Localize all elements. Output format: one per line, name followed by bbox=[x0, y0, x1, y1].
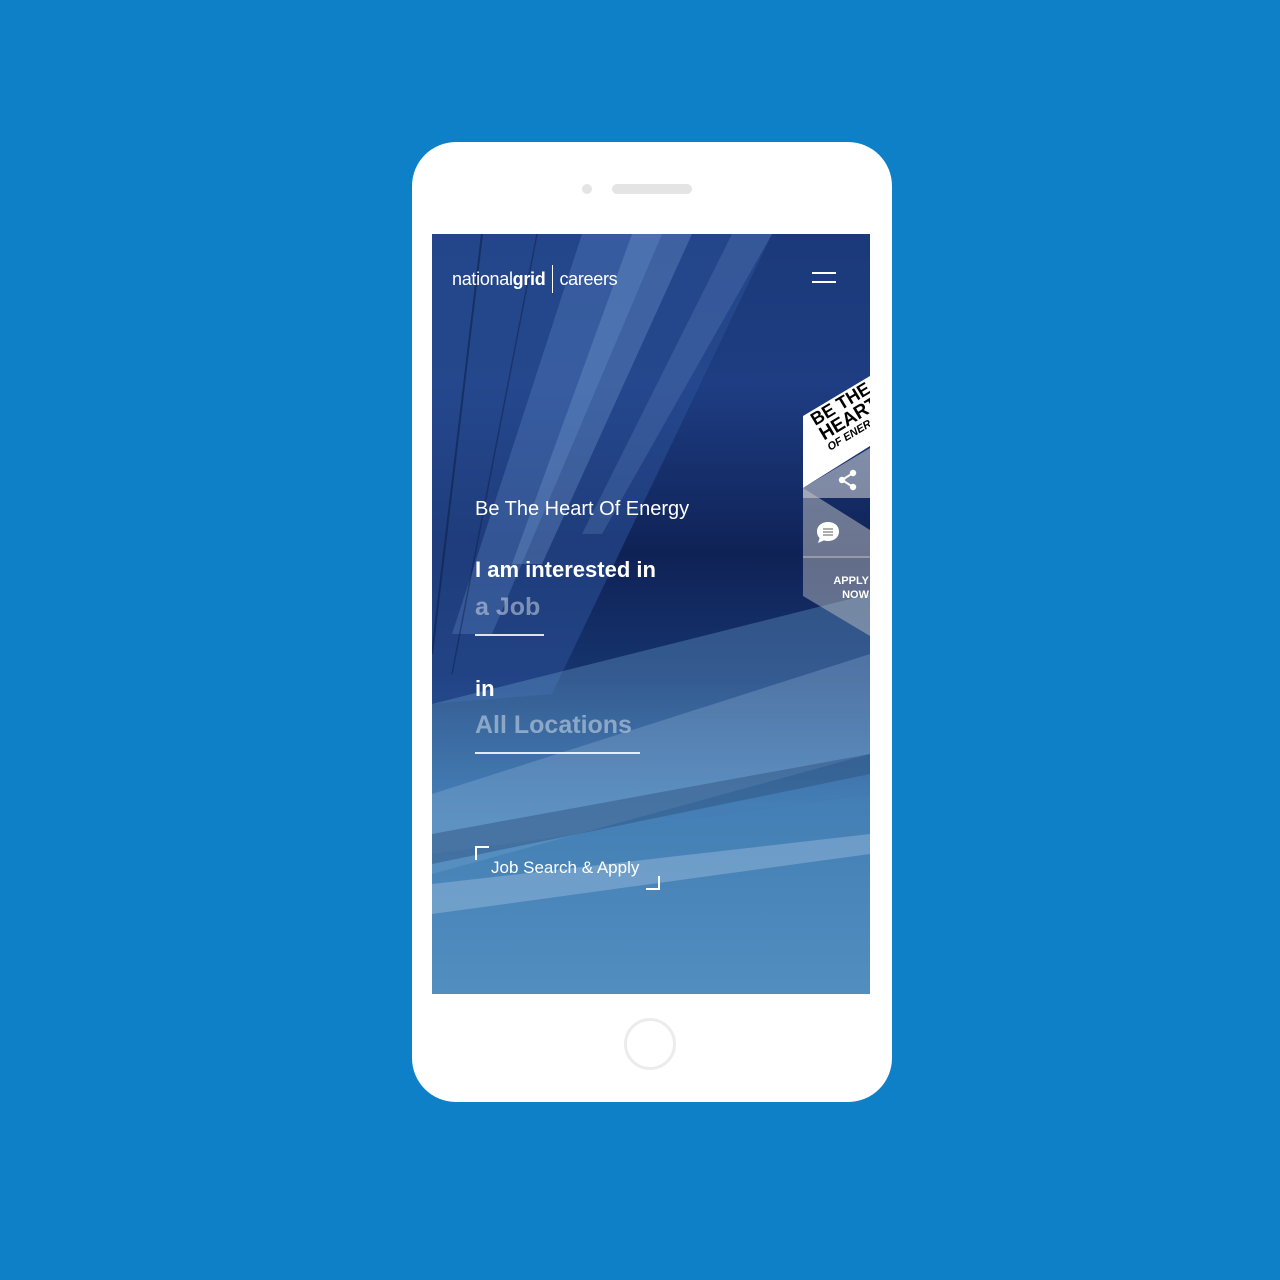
logo-careers: careers bbox=[559, 268, 618, 289]
share-icon bbox=[838, 469, 857, 490]
location-prompt: in bbox=[475, 676, 495, 701]
interest-select[interactable]: a Job bbox=[475, 593, 540, 622]
camera-dot bbox=[582, 184, 592, 194]
hero-tagline: Be The Heart Of Energy bbox=[475, 498, 690, 520]
location-select[interactable]: All Locations bbox=[475, 711, 632, 740]
hamburger-menu-button[interactable] bbox=[808, 268, 838, 288]
phone-frame: national grid careers Be The Heart Of Ene… bbox=[412, 142, 892, 1102]
logo-grid: grid bbox=[512, 268, 546, 289]
share-button[interactable] bbox=[833, 466, 863, 496]
side-rail: BE THE HEART OF ENERGY APPLY NOW bbox=[803, 376, 870, 636]
job-search-apply-label: Job Search & Apply bbox=[491, 858, 640, 877]
chat-icon bbox=[817, 522, 839, 543]
chat-button[interactable] bbox=[813, 519, 843, 549]
logo-divider bbox=[552, 265, 554, 293]
home-button[interactable] bbox=[624, 1018, 676, 1070]
corner-bracket-top-left bbox=[475, 846, 489, 860]
location-select-underline bbox=[475, 752, 640, 754]
app-screen: national grid careers Be The Heart Of Ene… bbox=[432, 234, 870, 994]
interest-select-underline bbox=[475, 634, 544, 636]
logo-national: national bbox=[452, 268, 513, 289]
interest-prompt: I am interested in bbox=[475, 557, 656, 582]
speaker-grille bbox=[612, 184, 692, 194]
apply-now-button[interactable]: APPLY NOW bbox=[829, 574, 869, 602]
corner-bracket-bottom-right bbox=[646, 876, 660, 890]
national-grid-careers-logo[interactable]: national grid careers bbox=[452, 264, 618, 294]
job-search-apply-button[interactable]: Job Search & Apply bbox=[475, 846, 660, 890]
